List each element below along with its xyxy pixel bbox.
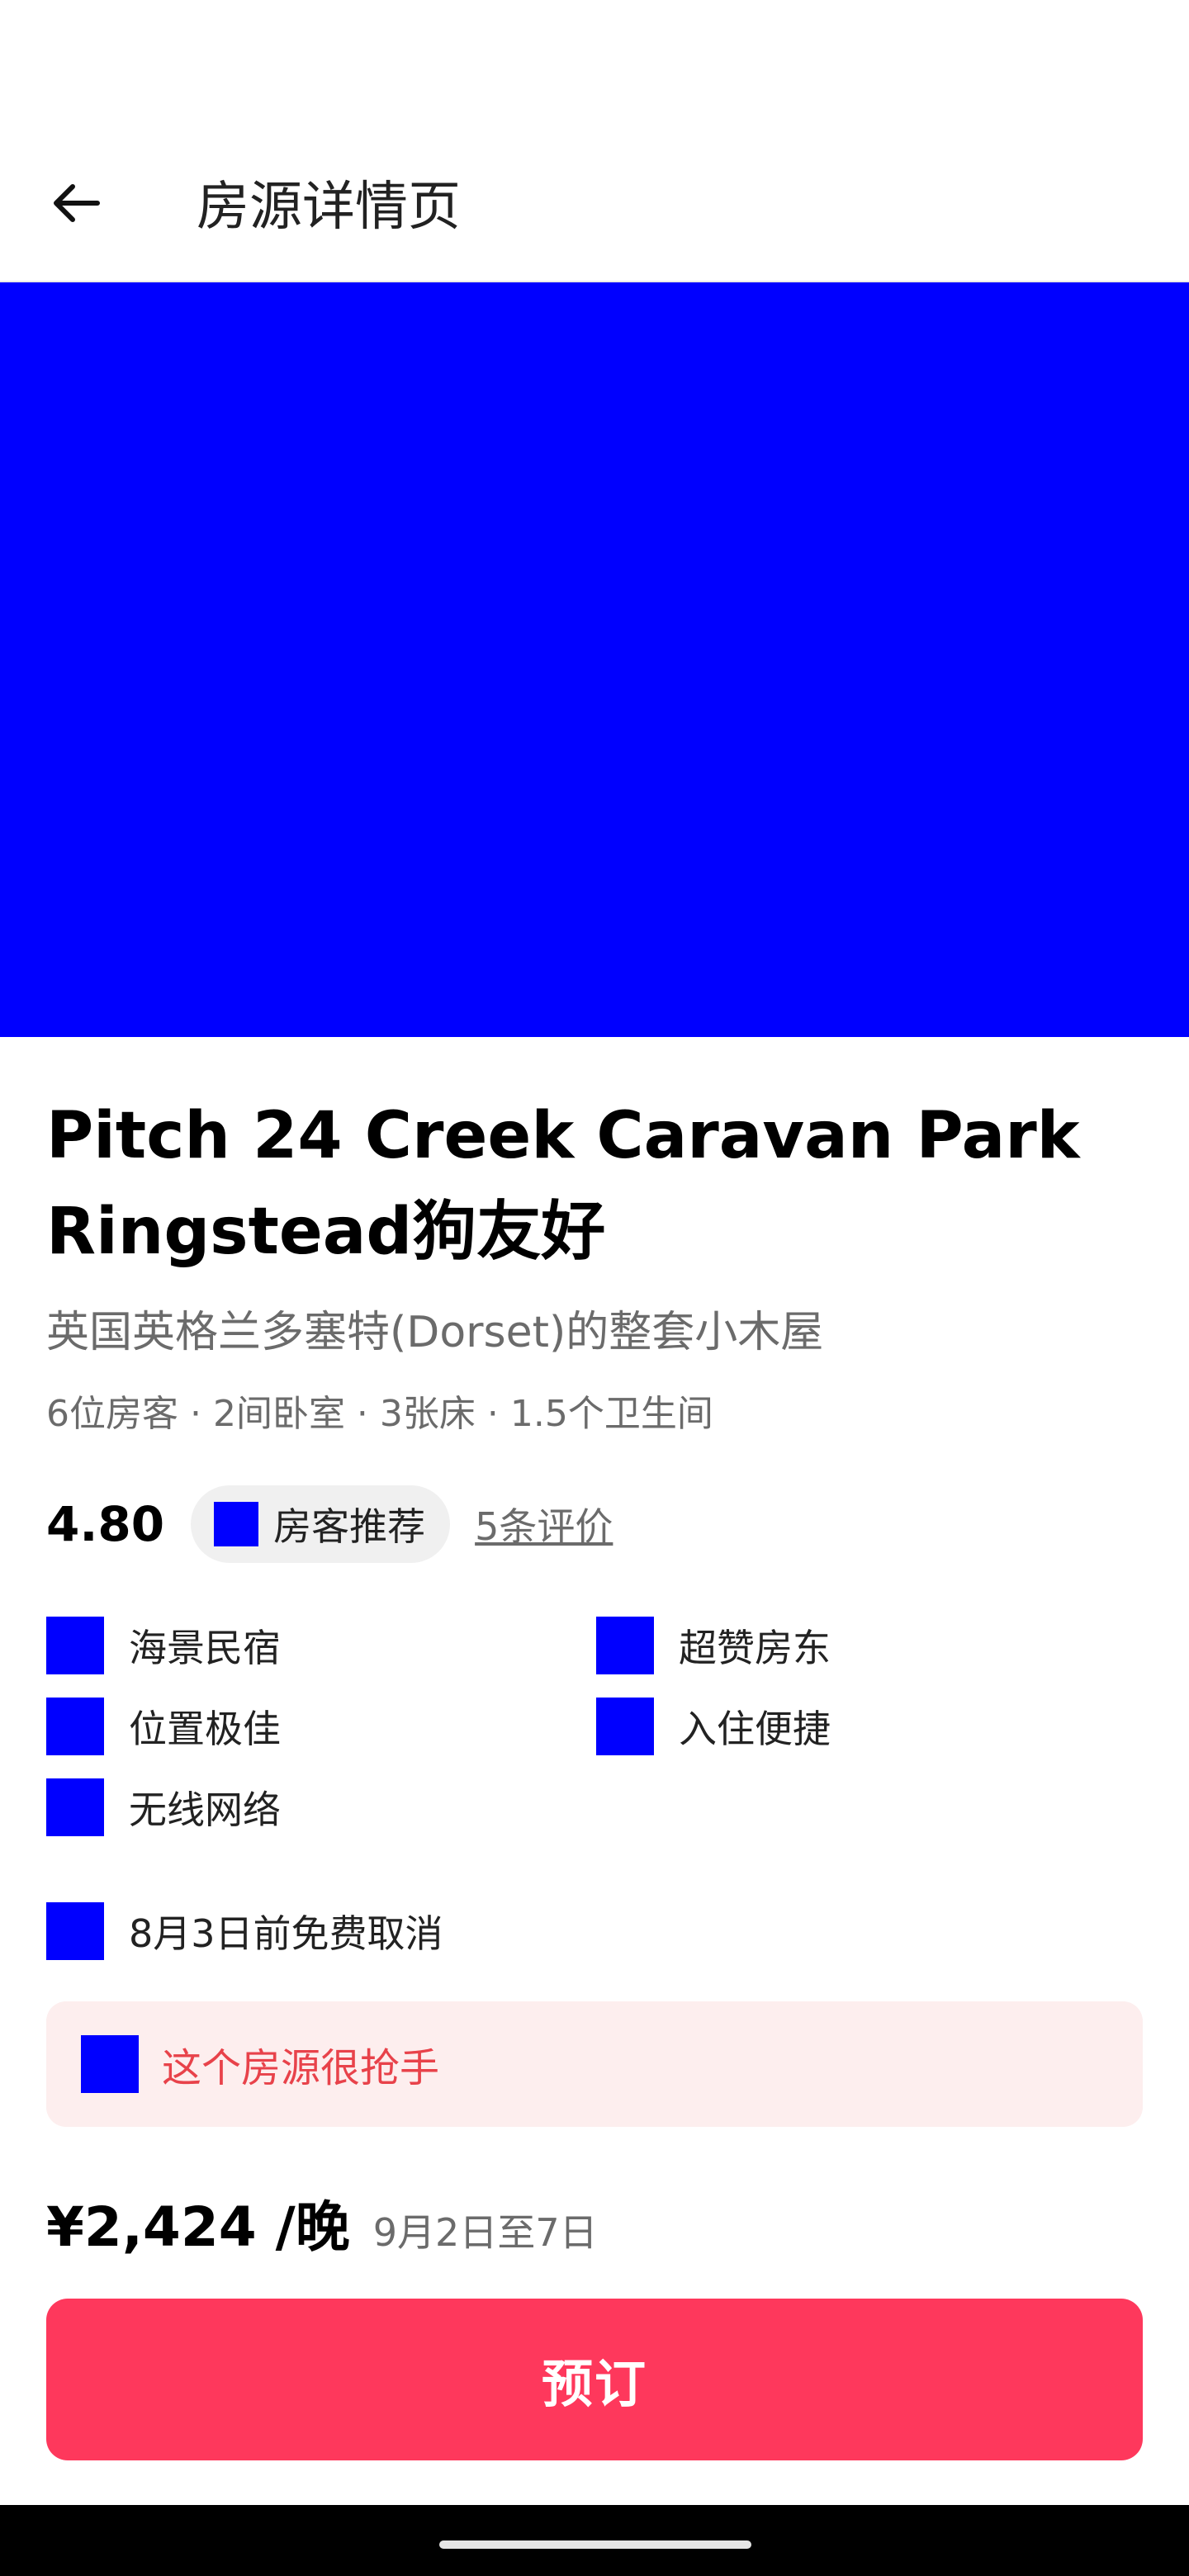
home-indicator[interactable] [439, 2540, 751, 2549]
feature-label: 超赞房东 [679, 1626, 831, 1670]
feature-icon [46, 1617, 104, 1674]
banner-label: 这个房源很抢手 [162, 2045, 440, 2091]
feature-label: 入住便捷 [679, 1707, 831, 1751]
listing-detail-page: 房源详情页 Pitch 24 Creek Caravan Park Ringst… [0, 0, 1189, 2576]
feature-label: 无线网络 [129, 1788, 281, 1832]
page-title: 房源详情页 [197, 177, 461, 238]
rare-find-banner: 这个房源很抢手 [46, 2001, 1143, 2127]
listing-subtitle: 英国英格兰多塞特(Dorset)的整套小木屋 [46, 1308, 824, 1357]
feature-item: 超赞房东 [596, 1617, 831, 1674]
listing-title: Pitch 24 Creek Caravan Park Ringstead狗友好 [46, 1099, 1080, 1269]
feature-icon [46, 1698, 104, 1755]
feature-item: 海景民宿 [46, 1617, 281, 1674]
cancellation-label: 8月3日前免费取消 [129, 1911, 443, 1956]
cancellation-icon [46, 1902, 104, 1960]
listing-capacity: 6位房客 · 2间卧室 · 3张床 · 1.5个卫生间 [46, 1393, 713, 1435]
rating-row: 4.80 房客推荐 5条评价 [46, 1485, 613, 1564]
badge-icon [214, 1502, 259, 1546]
back-button[interactable] [43, 170, 109, 236]
diamond-icon [81, 2035, 139, 2093]
feature-item: 无线网络 [46, 1778, 281, 1836]
top-app-bar [0, 149, 1189, 282]
arrow-left-icon [54, 184, 100, 222]
status-bar-area [0, 0, 1189, 149]
feature-label: 位置极佳 [129, 1707, 281, 1751]
guest-favorite-badge: 房客推荐 [191, 1485, 451, 1563]
feature-item: 位置极佳 [46, 1698, 281, 1755]
feature-label: 海景民宿 [129, 1626, 281, 1670]
free-cancellation: 8月3日前免费取消 [46, 1902, 443, 1960]
price-row: ¥2,424 /晚 9月2日至7日 [46, 2183, 598, 2266]
reserve-button-label: 预订 [541, 2354, 647, 2414]
feature-icon [596, 1617, 654, 1674]
nightly-price: ¥2,424 /晚 [46, 2195, 350, 2259]
feature-icon [46, 1778, 104, 1836]
feature-icon [596, 1698, 654, 1755]
feature-item: 入住便捷 [596, 1698, 831, 1755]
badge-label: 房客推荐 [273, 1504, 426, 1549]
reviews-link[interactable]: 5条评价 [475, 1497, 613, 1551]
reserve-button[interactable]: 预订 [46, 2299, 1143, 2460]
rating-value: 4.80 [46, 1496, 165, 1552]
stay-dates: 9月2日至7日 [372, 2210, 598, 2255]
listing-photo[interactable] [0, 282, 1189, 1037]
